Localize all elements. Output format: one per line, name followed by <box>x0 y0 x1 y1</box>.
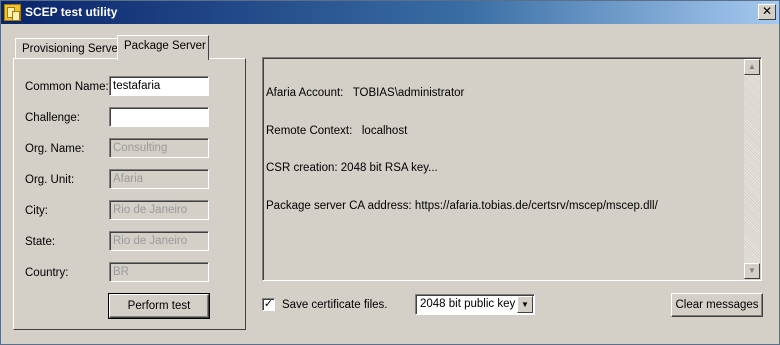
message-line: Remote Context: localhost <box>266 124 408 137</box>
message-line: CSR creation: 2048 bit RSA key... <box>266 162 438 174</box>
close-button[interactable]: ✕ <box>758 4 776 20</box>
tab-package-server[interactable]: Package Server <box>117 35 209 60</box>
clear-messages-button[interactable]: Clear messages <box>671 293 763 317</box>
message-lines: Afaria Account: TOBIAS\administrator Rem… <box>266 62 658 237</box>
save-certificate-label[interactable]: Save certificate files. <box>282 299 387 311</box>
vertical-scrollbar[interactable]: ▲ ▼ <box>744 59 760 279</box>
scroll-down-icon[interactable]: ▼ <box>744 263 760 279</box>
scroll-up-icon[interactable]: ▲ <box>744 59 760 75</box>
title-bar[interactable]: SCEP test utility ✕ <box>1 1 779 24</box>
window-title: SCEP test utility <box>25 5 118 19</box>
tab-provisioning-server[interactable]: Provisioning Server <box>15 38 122 59</box>
message-line: Package server CA address: https://afari… <box>266 199 658 212</box>
app-icon <box>4 4 21 21</box>
key-size-select[interactable]: 2048 bit public key ▼ <box>415 294 535 315</box>
key-size-value: 2048 bit public key <box>420 298 516 310</box>
message-log[interactable]: Afaria Account: TOBIAS\administrator Rem… <box>262 57 762 281</box>
message-line: Afaria Account: TOBIAS\administrator <box>266 87 465 99</box>
package-server-panel <box>13 58 246 330</box>
save-certificate-checkbox[interactable]: ✓ <box>262 298 275 311</box>
chevron-down-icon[interactable]: ▼ <box>517 296 533 313</box>
scep-window: SCEP test utility ✕ Provisioning Server … <box>0 0 780 345</box>
